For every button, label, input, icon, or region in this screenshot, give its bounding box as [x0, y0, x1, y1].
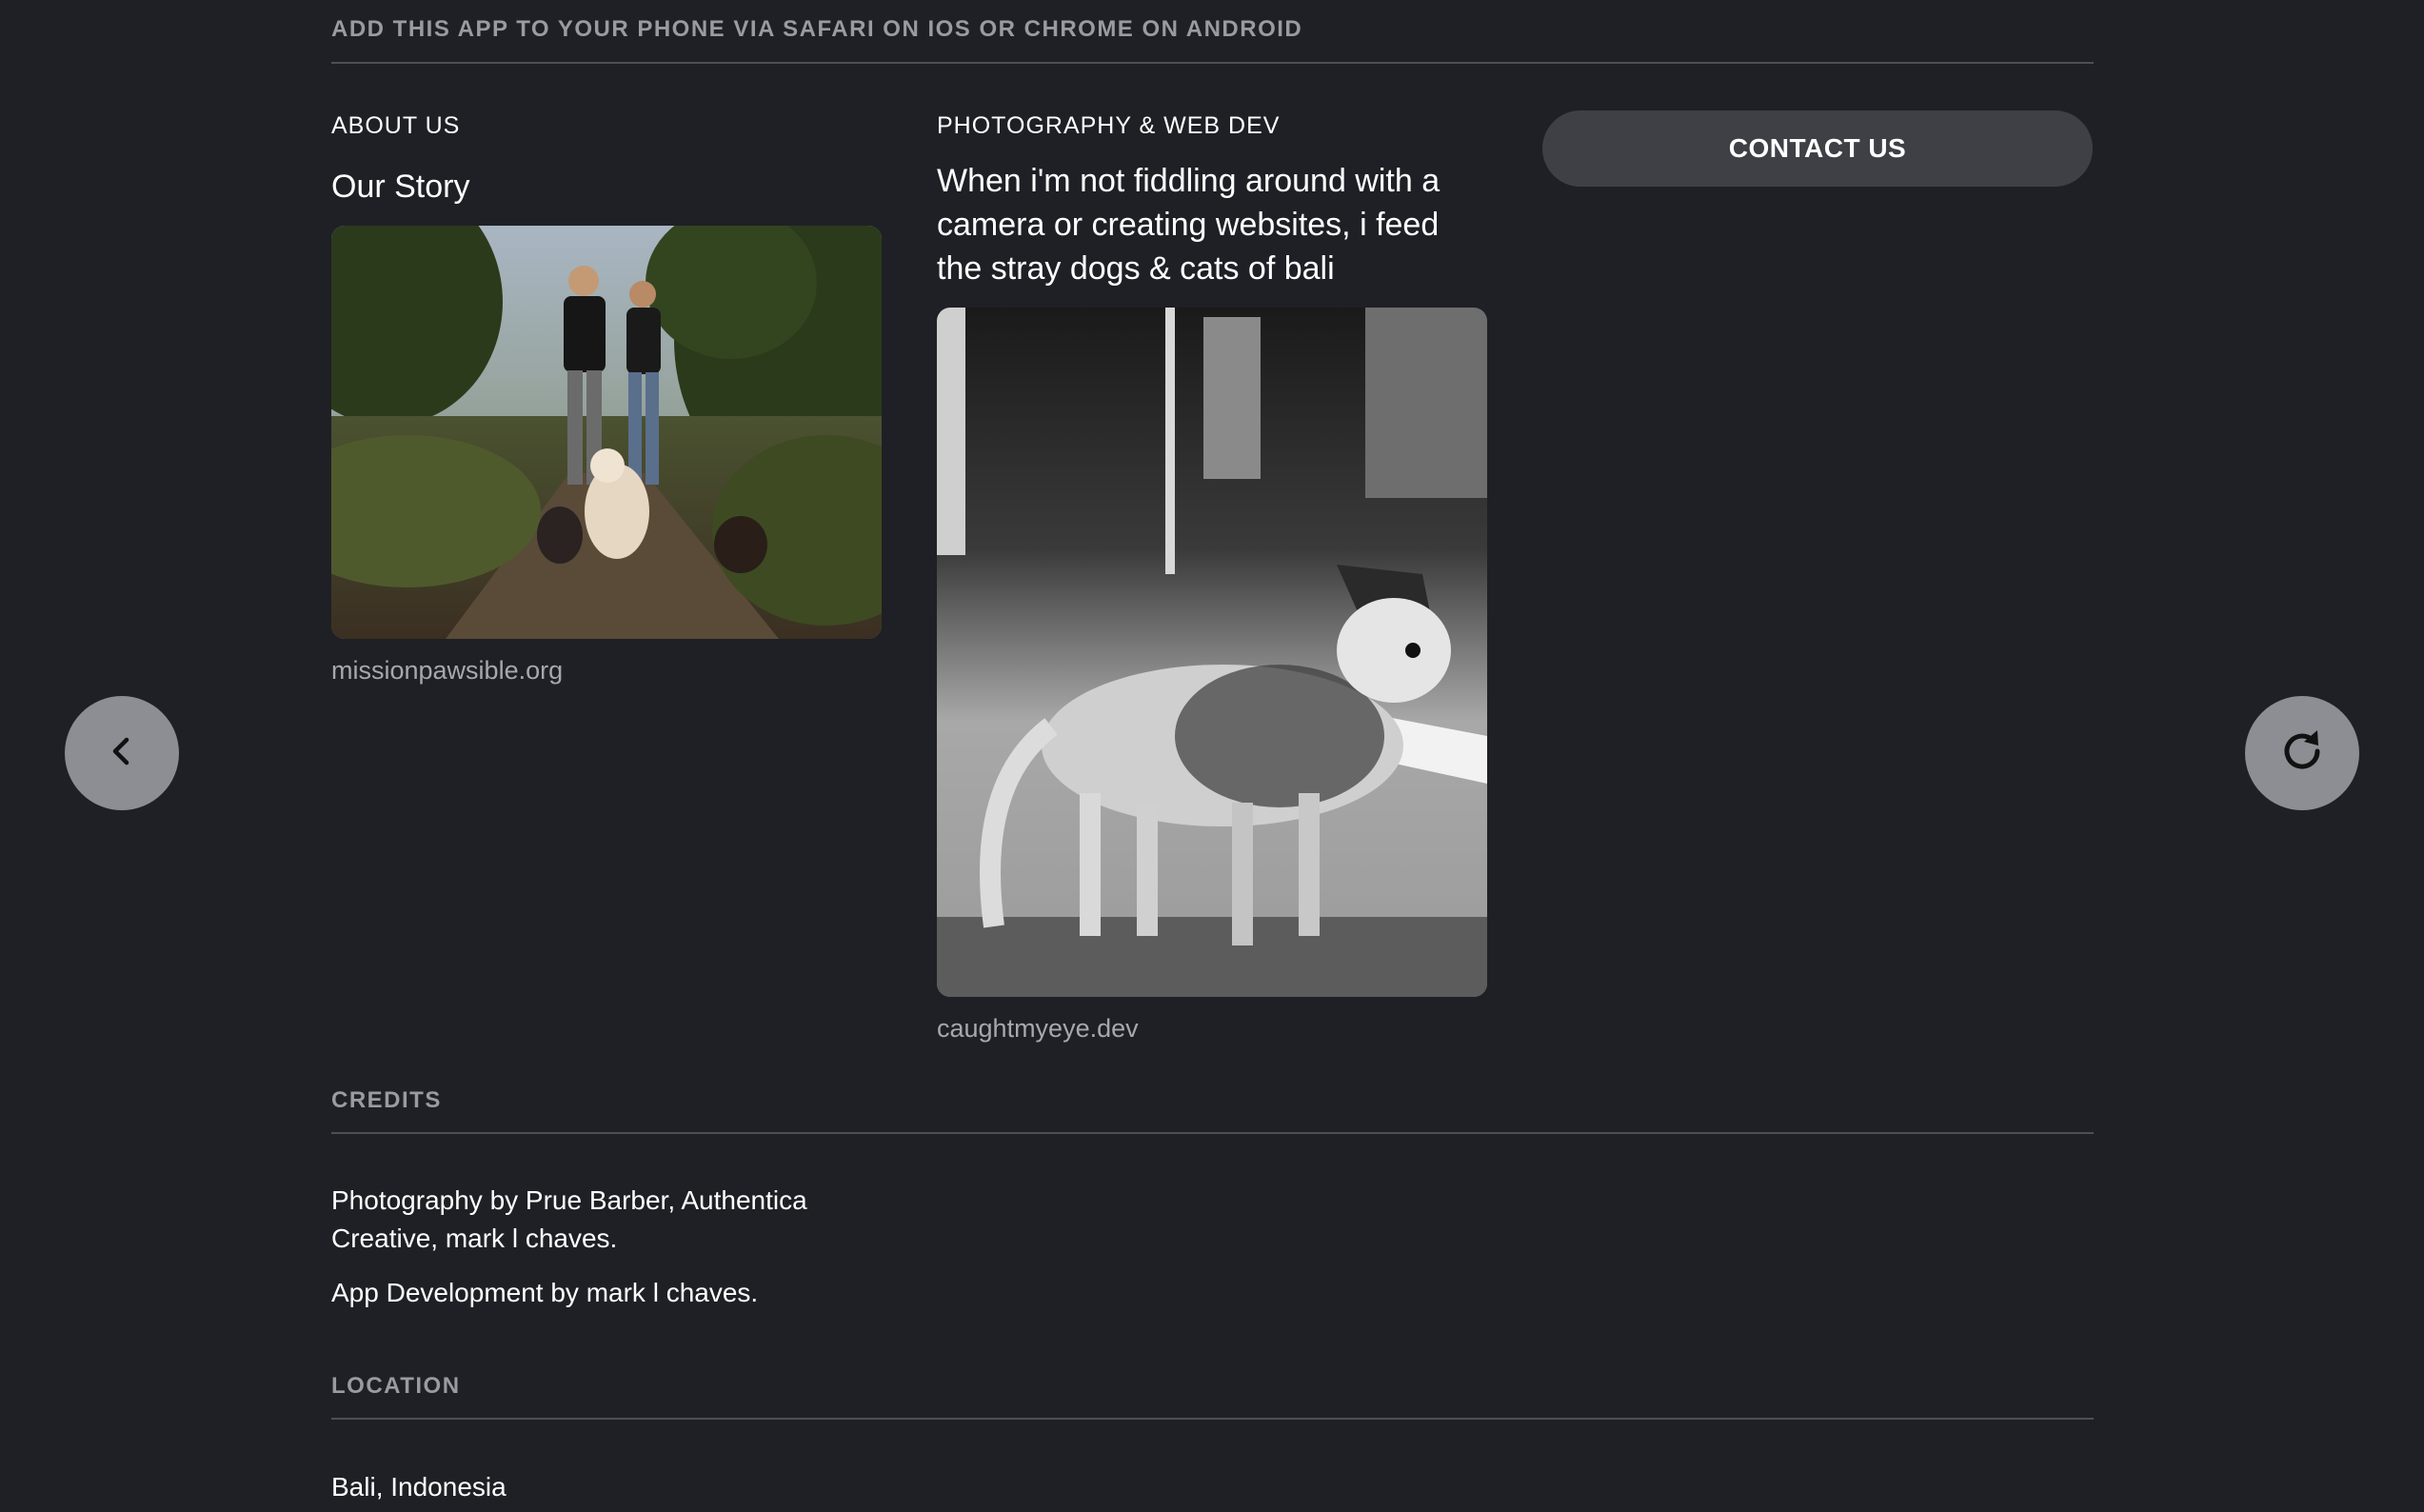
contact-us-button[interactable]: CONTACT US — [1542, 110, 2093, 187]
development-credit: App Development by mark l chaves. — [331, 1278, 759, 1307]
about-kicker: ABOUT US — [331, 112, 461, 139]
about-title: Our Story — [331, 169, 470, 205]
stray-dog-photo — [937, 308, 1487, 997]
page: ADD THIS APP TO YOUR PHONE VIA SAFARI ON… — [0, 0, 2424, 1512]
location-value: Bali, Indonesia — [331, 1472, 507, 1502]
photography-description: When i'm not fiddling around with a came… — [937, 163, 1440, 287]
credits-divider — [331, 1132, 2094, 1134]
refresh-button[interactable] — [2245, 696, 2359, 810]
family-dogs-photo — [331, 226, 882, 639]
credits-heading: CREDITS — [331, 1087, 442, 1113]
photography-link[interactable]: caughtmyeye.dev — [937, 1014, 1487, 1044]
photography-column: PHOTOGRAPHY & WEB DEV When i'm not fiddl… — [937, 112, 1487, 1044]
install-banner: ADD THIS APP TO YOUR PHONE VIA SAFARI ON… — [331, 16, 1303, 42]
location-heading: LOCATION — [331, 1373, 461, 1399]
photography-kicker: PHOTOGRAPHY & WEB DEV — [937, 112, 1281, 139]
about-link[interactable]: missionpawsible.org — [331, 656, 882, 686]
chevron-left-icon — [103, 732, 141, 775]
back-button[interactable] — [65, 696, 179, 810]
photography-credit: Photography by Prue Barber, Authentica C… — [331, 1185, 807, 1253]
banner-divider — [331, 62, 2094, 64]
location-divider — [331, 1418, 2094, 1420]
refresh-icon — [2275, 725, 2329, 783]
about-column: ABOUT US Our Story missionpawsible.org — [331, 112, 882, 686]
